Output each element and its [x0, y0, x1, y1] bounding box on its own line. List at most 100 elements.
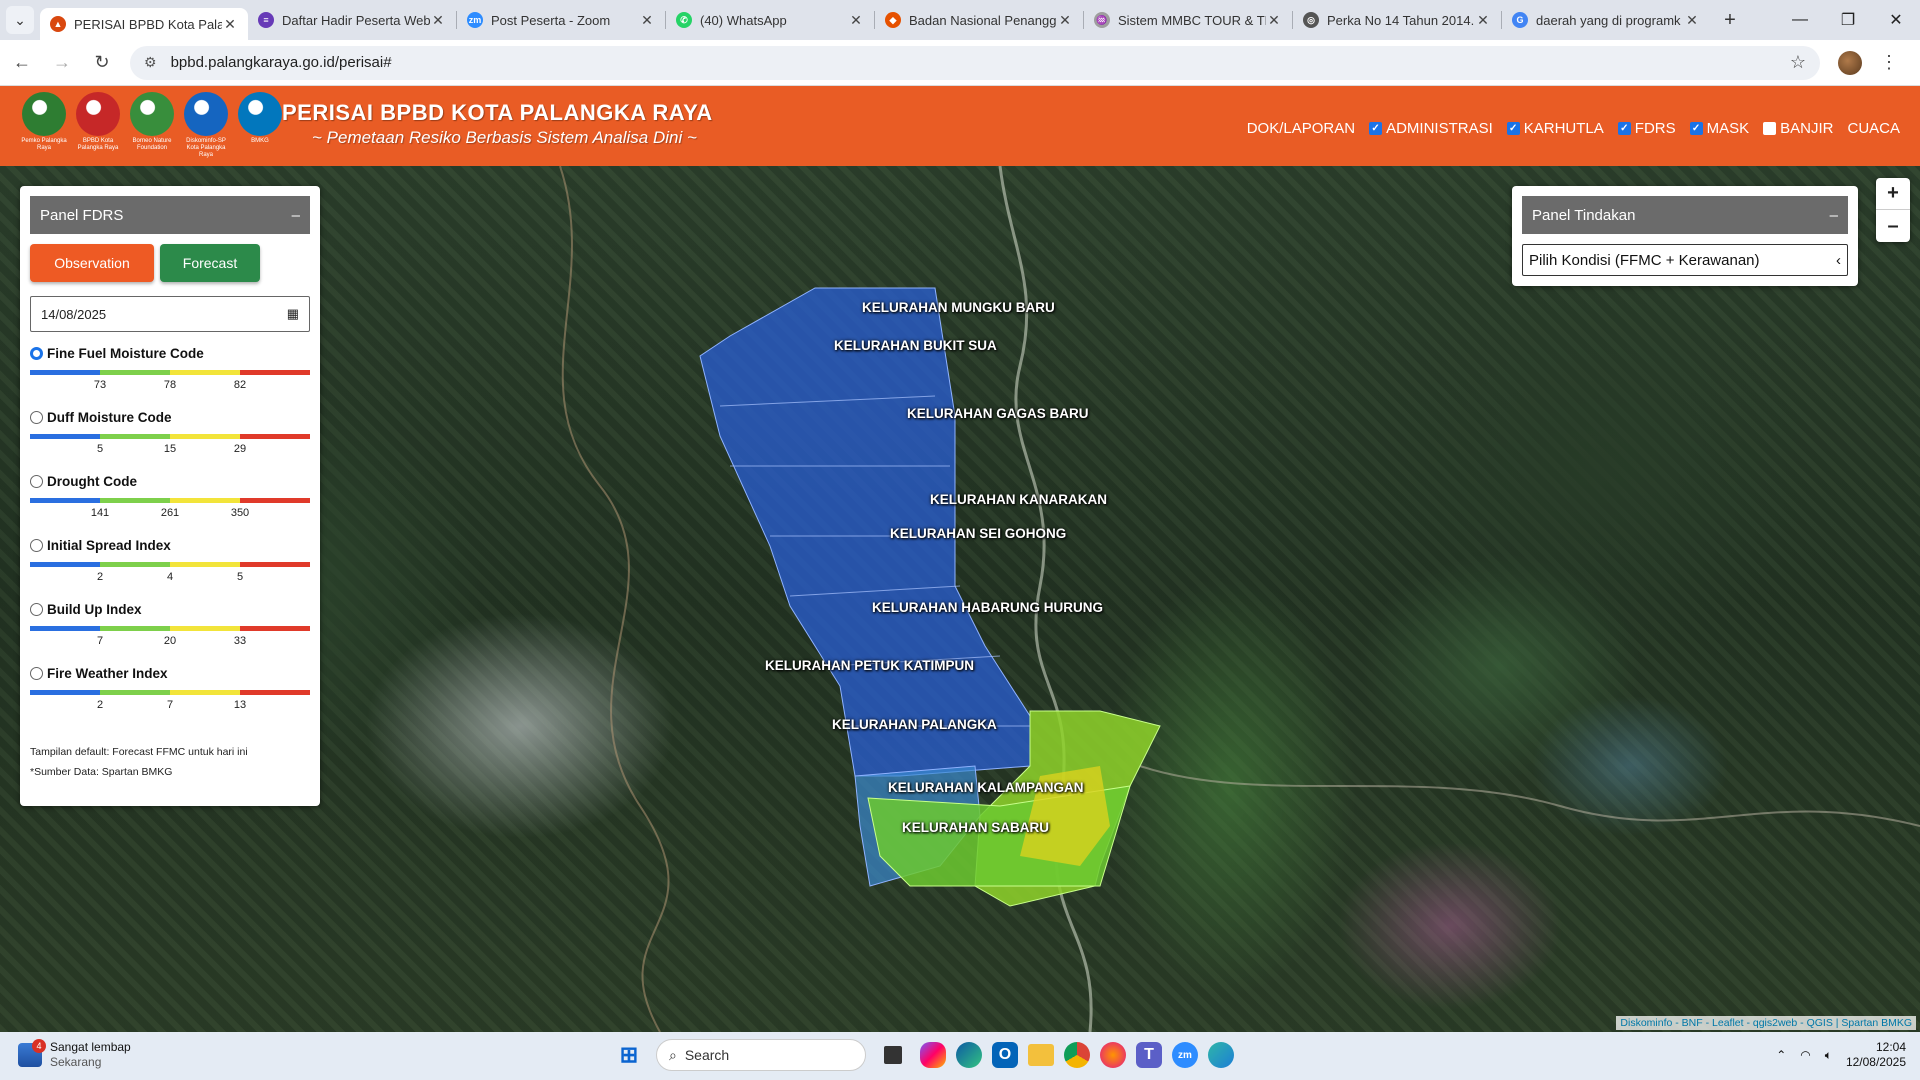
panel-fdrs-header[interactable]: Panel FDRS –: [30, 196, 310, 234]
layer-checkbox[interactable]: ✓: [1689, 122, 1703, 135]
task-view-icon[interactable]: [884, 1046, 902, 1064]
tab-close-icon[interactable]: ✕: [1057, 12, 1073, 29]
url-omnibox[interactable]: ⚙ bpbd.palangkaraya.go.id/perisai# ☆: [130, 45, 1820, 80]
kelurahan-label[interactable]: KELURAHAN MUNGKU BARU: [862, 300, 1055, 315]
index-radio[interactable]: [30, 603, 43, 616]
weather-widget[interactable]: 4 Sangat lembap Sekarang: [18, 1039, 131, 1070]
index-option[interactable]: Fine Fuel Moisture Code 73 78 82: [30, 346, 310, 410]
browser-tab-strip: ⌄ ▲PERISAI BPBD Kota Palangka✕≡Daftar Ha…: [0, 0, 1920, 40]
volume-icon[interactable]: 🔈︎: [1825, 1048, 1832, 1063]
app-icon[interactable]: [1208, 1042, 1234, 1068]
windows-start-icon[interactable]: ⊞: [612, 1038, 646, 1072]
restore-button[interactable]: ❐: [1824, 0, 1872, 40]
tab-close-icon[interactable]: ✕: [1475, 12, 1491, 29]
kelurahan-label[interactable]: KELURAHAN PETUK KATIMPUN: [765, 658, 974, 673]
kelurahan-label[interactable]: KELURAHAN KALAMPANGAN: [888, 780, 1084, 795]
observation-button[interactable]: Observation: [30, 244, 154, 282]
kelurahan-label[interactable]: KELURAHAN GAGAS BARU: [907, 406, 1089, 421]
tab-search-button[interactable]: ⌄: [6, 6, 34, 34]
tab-title: daerah yang di programk: [1536, 12, 1681, 28]
panel-fdrs-collapse-button[interactable]: –: [292, 207, 300, 224]
browser-tab[interactable]: ◆ Badan Nasional Penanggu ✕: [875, 4, 1083, 36]
browser-tab[interactable]: zm Post Peserta - Zoom ✕: [457, 4, 665, 36]
tab-close-icon[interactable]: ✕: [848, 12, 864, 29]
index-radio[interactable]: [30, 539, 43, 552]
new-tab-button[interactable]: +: [1716, 9, 1744, 32]
tab-close-icon[interactable]: ✕: [1266, 12, 1282, 29]
browser-tab[interactable]: ✆ (40) WhatsApp ✕: [666, 4, 874, 36]
zoom-app-icon[interactable]: zm: [1172, 1042, 1198, 1068]
zoom-out-button[interactable]: –: [1876, 210, 1910, 242]
index-option[interactable]: Duff Moisture Code 5 15 29: [30, 410, 310, 474]
back-button[interactable]: ←: [4, 45, 40, 81]
menu-item-karhutla[interactable]: ✓ KARHUTLA: [1506, 120, 1604, 137]
menu-item-mask[interactable]: ✓ MASK: [1689, 120, 1749, 137]
kelurahan-label[interactable]: KELURAHAN BUKIT SUA: [834, 338, 997, 353]
edge-icon[interactable]: [956, 1042, 982, 1068]
firefox-icon[interactable]: [1100, 1042, 1126, 1068]
map-attribution[interactable]: Diskominfo - BNF - Leaflet - qgis2web - …: [1616, 1016, 1916, 1030]
layer-checkbox[interactable]: ✓: [1369, 122, 1383, 135]
logo-emblem-icon: [76, 92, 120, 136]
minimize-button[interactable]: —: [1776, 0, 1824, 40]
wifi-icon[interactable]: ◠: [1800, 1048, 1810, 1062]
tab-close-icon[interactable]: ✕: [639, 12, 655, 29]
menu-item-fdrs[interactable]: ✓ FDRS: [1617, 120, 1676, 137]
kelurahan-label[interactable]: KELURAHAN KANARAKAN: [930, 492, 1107, 507]
zoom-in-button[interactable]: +: [1876, 178, 1910, 210]
forecast-button[interactable]: Forecast: [160, 244, 260, 282]
tab-close-icon[interactable]: ✕: [430, 12, 446, 29]
site-info-icon[interactable]: ⚙: [144, 54, 157, 71]
index-radio[interactable]: [30, 411, 43, 424]
index-option[interactable]: Initial Spread Index 2 4 5: [30, 538, 310, 602]
reload-button[interactable]: ↻: [84, 45, 120, 81]
browser-tab[interactable]: ◎ Perka No 14 Tahun 2014.p ✕: [1293, 4, 1501, 36]
index-radio[interactable]: [30, 347, 43, 360]
bookmark-star-icon[interactable]: ☆: [1790, 52, 1806, 73]
copilot-icon[interactable]: [920, 1042, 946, 1068]
panel-tindakan-header[interactable]: Panel Tindakan –: [1522, 196, 1848, 234]
kondisi-select[interactable]: Pilih Kondisi (FFMC + Kerawanan) ‹: [1522, 244, 1848, 276]
browser-menu-icon[interactable]: ⋮: [1880, 52, 1898, 73]
layer-checkbox[interactable]: [1763, 122, 1777, 135]
index-option[interactable]: Build Up Index 7 20 33: [30, 602, 310, 666]
teams-icon[interactable]: T: [1136, 1042, 1162, 1068]
date-input[interactable]: 14/08/2025 ▦: [30, 296, 310, 332]
menu-item-dok-laporan[interactable]: DOK/LAPORAN: [1247, 120, 1355, 137]
index-ticks: 141 261 350: [30, 507, 310, 523]
kelurahan-label[interactable]: KELURAHAN SABARU: [902, 820, 1049, 835]
forward-button[interactable]: →: [44, 45, 80, 81]
menu-item-banjir[interactable]: BANJIR: [1763, 120, 1833, 137]
index-radio[interactable]: [30, 475, 43, 488]
taskbar-search[interactable]: ⌕ Search: [656, 1039, 866, 1071]
file-explorer-icon[interactable]: [1028, 1044, 1054, 1066]
kelurahan-label[interactable]: KELURAHAN SEI GOHONG: [890, 526, 1066, 541]
outlook-icon[interactable]: O: [992, 1042, 1018, 1068]
index-ticks: 73 78 82: [30, 379, 310, 395]
index-radio[interactable]: [30, 667, 43, 680]
kelurahan-label[interactable]: KELURAHAN PALANGKA: [832, 717, 997, 732]
tab-close-icon[interactable]: ✕: [1684, 12, 1700, 29]
clock[interactable]: 12:04 12/08/2025: [1846, 1040, 1906, 1070]
index-option[interactable]: Fire Weather Index 2 7 13: [30, 666, 310, 730]
index-option[interactable]: Drought Code 141 261 350: [30, 474, 310, 538]
menu-item-cuaca[interactable]: CUACA: [1847, 120, 1900, 137]
layer-checkbox[interactable]: ✓: [1506, 122, 1520, 135]
index-tick-label: 29: [233, 443, 247, 455]
chrome-icon[interactable]: [1064, 1042, 1090, 1068]
menu-item-administrasi[interactable]: ✓ ADMINISTRASI: [1369, 120, 1493, 137]
browser-tab[interactable]: ▲ PERISAI BPBD Kota Palangka✕: [40, 8, 248, 40]
browser-tab[interactable]: ♒ Sistem MMBC TOUR & TR ✕: [1084, 4, 1292, 36]
tab-close-icon[interactable]: ✕: [222, 16, 238, 33]
panel-tindakan-collapse-button[interactable]: –: [1830, 207, 1838, 224]
close-window-button[interactable]: ✕: [1872, 0, 1920, 40]
layer-checkbox[interactable]: ✓: [1617, 122, 1631, 135]
tab-title: Daftar Hadir Peserta Webi: [282, 12, 430, 28]
kelurahan-label[interactable]: KELURAHAN HABARUNG HURUNG: [872, 600, 1103, 615]
browser-tab[interactable]: ≡ Daftar Hadir Peserta Webi ✕: [248, 4, 456, 36]
profile-avatar[interactable]: [1838, 50, 1862, 75]
panel-tindakan: Panel Tindakan – Pilih Kondisi (FFMC + K…: [1512, 186, 1858, 286]
browser-tab[interactable]: Gdaerah yang di programk ✕: [1502, 4, 1710, 36]
tray-chevron-icon[interactable]: ⌃: [1776, 1048, 1786, 1062]
calendar-icon[interactable]: ▦: [287, 306, 299, 322]
